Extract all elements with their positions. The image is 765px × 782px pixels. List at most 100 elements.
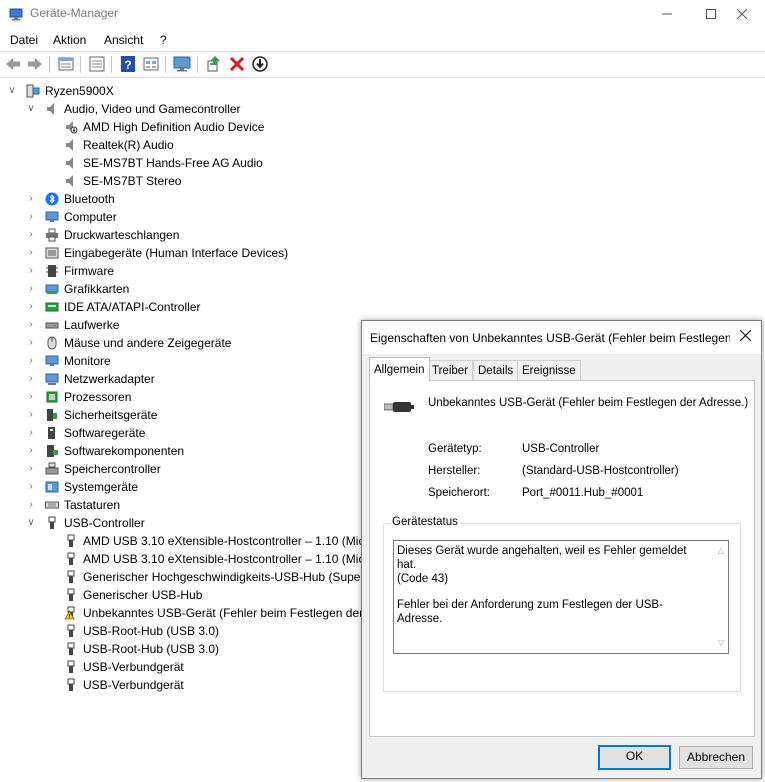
tree-category-label: Sicherheitsgeräte bbox=[64, 408, 158, 422]
tree-category-label: Prozessoren bbox=[64, 390, 132, 404]
usb-icon bbox=[67, 534, 75, 547]
toolbar-separator bbox=[49, 56, 50, 73]
tab-details[interactable]: Details bbox=[473, 360, 519, 381]
chevron-right-icon[interactable]: › bbox=[26, 280, 36, 298]
firmware-icon bbox=[46, 265, 58, 277]
tree-category-label: Softwarekomponenten bbox=[64, 444, 185, 458]
status-line: (Code 43) bbox=[397, 573, 449, 585]
update-driver-icon[interactable] bbox=[205, 55, 223, 73]
chevron-right-icon[interactable]: › bbox=[26, 424, 36, 442]
processor-icon bbox=[46, 391, 58, 403]
toolbar-separator bbox=[80, 56, 81, 73]
hid-icon bbox=[45, 247, 59, 259]
maximize-icon bbox=[706, 9, 716, 19]
device-status-textbox[interactable]: Dieses Gerät wurde angehalten, weil es F… bbox=[393, 540, 729, 654]
tree-category-label: Grafikkarten bbox=[64, 282, 130, 296]
tree-category-label: Netzwerkadapter bbox=[64, 372, 155, 386]
tree-category-label: Druckwarteschlangen bbox=[64, 228, 180, 242]
status-blank-line bbox=[397, 586, 707, 598]
chevron-right-icon[interactable]: › bbox=[26, 388, 36, 406]
help-icon[interactable]: ? bbox=[119, 55, 137, 73]
menu-ansicht[interactable]: Ansicht bbox=[104, 33, 143, 47]
software-component-icon bbox=[47, 445, 58, 457]
chevron-right-icon[interactable]: › bbox=[26, 478, 36, 496]
chevron-right-icon[interactable]: › bbox=[26, 370, 36, 388]
close-button[interactable] bbox=[719, 0, 765, 28]
chevron-down-icon[interactable]: ∨ bbox=[26, 100, 36, 118]
toolbar-separator-line bbox=[0, 77, 765, 78]
chevron-right-icon[interactable]: › bbox=[26, 208, 36, 226]
device-type-label: Gerätetyp: bbox=[428, 443, 482, 455]
device-manager-icon bbox=[9, 8, 23, 21]
svg-text:?: ? bbox=[124, 58, 131, 72]
keyboard-icon bbox=[45, 501, 59, 509]
bluetooth-icon bbox=[45, 192, 59, 206]
chevron-right-icon[interactable]: › bbox=[26, 244, 36, 262]
speaker-icon bbox=[47, 103, 54, 115]
tree-root-label: Ryzen5900X bbox=[45, 84, 114, 98]
speaker-icon bbox=[66, 157, 73, 169]
chevron-right-icon[interactable]: › bbox=[26, 460, 36, 478]
audio-device-icon bbox=[66, 121, 78, 134]
tree-category-label: Tastaturen bbox=[64, 498, 121, 512]
cancel-button[interactable]: Abbrechen bbox=[679, 746, 753, 769]
tab-treiber[interactable]: Treiber bbox=[427, 360, 473, 381]
device-name: Unbekanntes USB-Gerät (Fehler beim Festl… bbox=[428, 397, 749, 409]
chevron-right-icon[interactable]: › bbox=[26, 190, 36, 208]
usb-icon bbox=[67, 642, 75, 655]
chevron-right-icon[interactable]: › bbox=[26, 226, 36, 244]
forward-arrow-icon[interactable] bbox=[26, 55, 44, 73]
monitor-icon[interactable] bbox=[173, 55, 191, 73]
properties-icon[interactable] bbox=[57, 55, 75, 73]
menu-aktion[interactable]: Aktion bbox=[53, 33, 86, 47]
usb-icon bbox=[67, 624, 75, 637]
view-icon[interactable] bbox=[142, 55, 160, 73]
chevron-right-icon[interactable]: › bbox=[26, 262, 36, 280]
disable-icon[interactable] bbox=[251, 55, 269, 73]
tree-category-label: Computer bbox=[64, 210, 117, 224]
scroll-up-icon[interactable]: △ bbox=[718, 544, 724, 558]
network-adapter-icon bbox=[45, 373, 59, 385]
mouse-icon bbox=[47, 336, 57, 350]
device-status-group: Gerätestatus Dieses Gerät wurde angehalt… bbox=[383, 516, 741, 692]
dialog-title-bar: Eigenschaften von Unbekanntes USB-Gerät … bbox=[362, 321, 761, 354]
chevron-right-icon[interactable]: › bbox=[26, 406, 36, 424]
chevron-right-icon[interactable]: › bbox=[26, 298, 36, 316]
menu-datei[interactable]: Datei bbox=[10, 33, 38, 47]
tree-device-label: Unbekanntes USB-Gerät (Fehler beim Festl… bbox=[83, 606, 374, 620]
uninstall-icon[interactable] bbox=[228, 55, 246, 73]
window-title: Geräte-Manager bbox=[30, 6, 119, 20]
chevron-right-icon[interactable]: › bbox=[26, 496, 36, 514]
tree-device-label: USB-Verbundgerät bbox=[83, 660, 184, 674]
chevron-right-icon[interactable]: › bbox=[26, 334, 36, 352]
dialog-title: Eigenschaften von Unbekanntes USB-Gerät … bbox=[370, 331, 730, 345]
tree-category-label: USB-Controller bbox=[64, 516, 145, 530]
scroll-down-icon[interactable]: ▽ bbox=[718, 636, 724, 650]
drive-icon bbox=[45, 322, 59, 329]
speaker-icon bbox=[66, 139, 73, 151]
list-icon[interactable] bbox=[88, 55, 106, 73]
dialog-close-button[interactable] bbox=[735, 327, 755, 347]
chevron-right-icon[interactable]: › bbox=[26, 316, 36, 334]
minimize-button[interactable] bbox=[644, 0, 690, 28]
menu-help[interactable]: ? bbox=[160, 33, 167, 47]
chevron-right-icon[interactable]: › bbox=[26, 352, 36, 370]
tree-category-label: Softwaregeräte bbox=[64, 426, 146, 440]
usb-icon bbox=[67, 588, 75, 601]
ok-button[interactable]: OK bbox=[598, 745, 671, 770]
tree-category-label: Firmware bbox=[64, 264, 114, 278]
chevron-down-icon[interactable]: ∨ bbox=[26, 514, 36, 532]
tree-device-label: AMD USB 3.10 eXtensible-Hostcontroller –… bbox=[83, 534, 369, 548]
title-bar: Geräte-Manager bbox=[0, 0, 765, 28]
tree-category-label: Audio, Video und Gamecontroller bbox=[64, 102, 241, 116]
tab-allgemein[interactable]: Allgemein bbox=[369, 357, 430, 382]
computer-icon bbox=[26, 84, 40, 98]
tree-device-label: Realtek(R) Audio bbox=[83, 138, 174, 152]
back-arrow-icon[interactable] bbox=[4, 55, 22, 73]
chevron-right-icon[interactable]: › bbox=[26, 442, 36, 460]
usb-icon bbox=[67, 552, 75, 565]
general-tab-page: Unbekanntes USB-Gerät (Fehler beim Festl… bbox=[369, 380, 755, 737]
chevron-down-icon[interactable]: ∨ bbox=[7, 82, 17, 100]
tab-ereignisse[interactable]: Ereignisse bbox=[517, 360, 581, 381]
status-line: Fehler bei der Anforderung zum Festlegen… bbox=[397, 599, 663, 625]
